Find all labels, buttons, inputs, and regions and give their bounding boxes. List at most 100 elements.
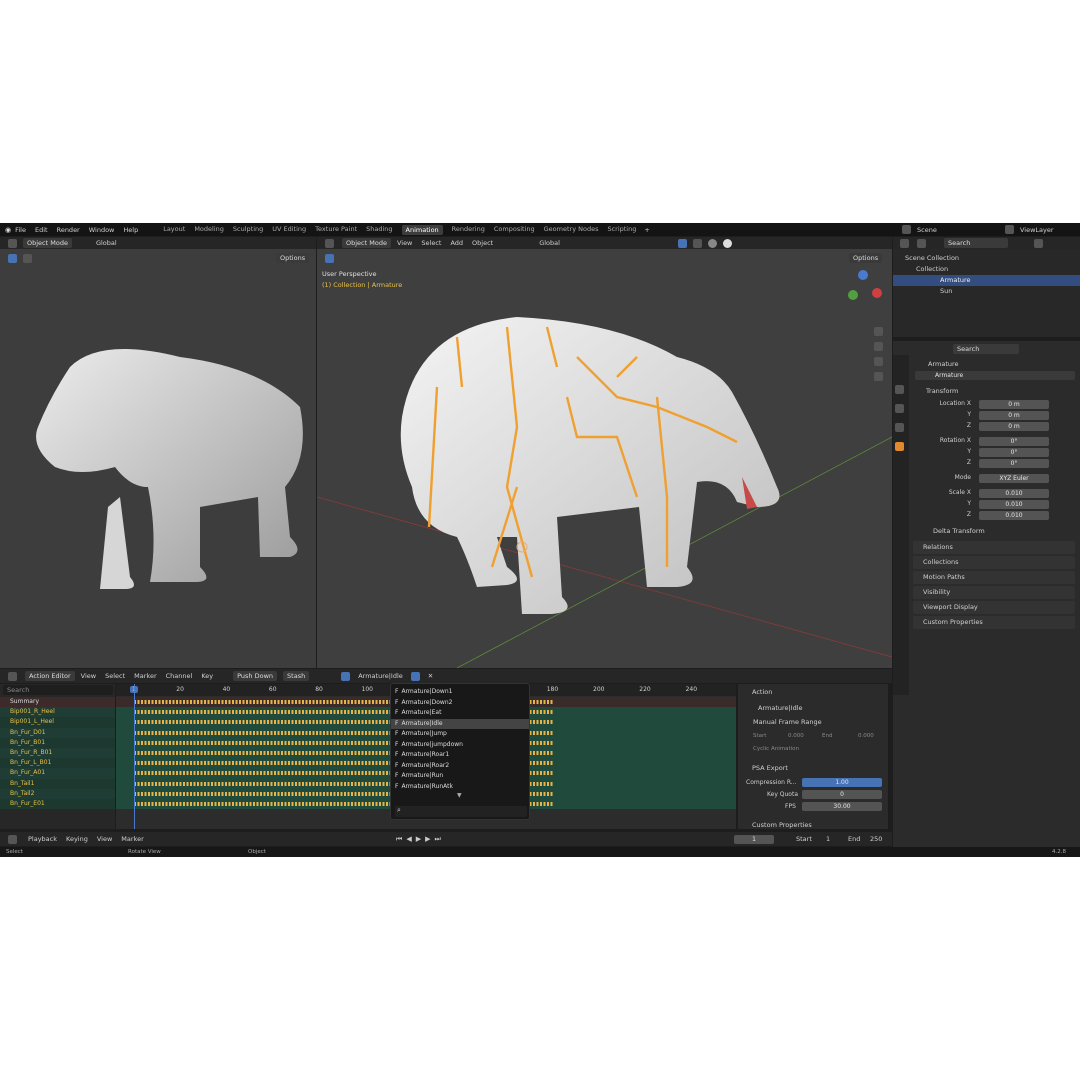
- zoom-icon[interactable]: [874, 327, 883, 336]
- jump-start-icon[interactable]: ⏮: [396, 835, 402, 844]
- prev-key-icon[interactable]: ◀: [406, 835, 411, 844]
- timeline-menu-keying[interactable]: Keying: [66, 835, 88, 843]
- current-frame-field[interactable]: 1: [734, 834, 774, 844]
- collection-item[interactable]: Collection: [916, 265, 948, 273]
- action-item-armature-roar1[interactable]: F Armature|Roar1: [391, 750, 529, 761]
- field-value[interactable]: 0°: [979, 448, 1049, 457]
- action-item-armature-roar2[interactable]: F Armature|Roar2: [391, 761, 529, 772]
- outliner-search[interactable]: Search: [944, 238, 1008, 248]
- field-value[interactable]: 0.010: [979, 500, 1049, 509]
- channel-bn-fur-l-b01[interactable]: Bn_Fur_L_B01: [0, 758, 115, 769]
- channel-bn-fur-r-b01[interactable]: Bn_Fur_R_B01: [0, 747, 115, 759]
- custom-properties-header[interactable]: Custom Properties: [752, 821, 812, 829]
- action-search-input[interactable]: ⌕: [395, 806, 527, 817]
- unlink-action-icon[interactable]: ✕: [428, 672, 433, 680]
- panel-motion-paths[interactable]: Motion Paths: [913, 571, 1075, 584]
- channel-bn-fur-b01[interactable]: Bn_Fur_B01: [0, 737, 115, 748]
- jump-end-icon[interactable]: ⏭: [434, 835, 440, 844]
- tab-scripting[interactable]: Scripting: [607, 225, 636, 235]
- tab-compositing[interactable]: Compositing: [494, 225, 535, 235]
- output-tab-icon[interactable]: [895, 423, 904, 432]
- action-item-armature-run[interactable]: F Armature|Run: [391, 771, 529, 782]
- channel-bn-fur-d01[interactable]: Bn_Fur_D01: [0, 727, 115, 738]
- gizmo-x-axis[interactable]: [872, 288, 882, 298]
- panel-collections[interactable]: Collections: [913, 556, 1075, 569]
- panel-relations[interactable]: Relations: [913, 541, 1075, 554]
- menu-file[interactable]: File: [15, 226, 26, 234]
- action-menu-marker[interactable]: Marker: [134, 672, 156, 680]
- blender-logo-icon[interactable]: ◉: [5, 226, 11, 234]
- panel-visibility[interactable]: Visibility: [913, 586, 1075, 599]
- panel-viewport-display[interactable]: Viewport Display: [913, 601, 1075, 614]
- grid-icon[interactable]: [874, 372, 883, 381]
- action-menu-key[interactable]: Key: [201, 672, 213, 680]
- stash-button[interactable]: Stash: [283, 671, 310, 681]
- mode-select[interactable]: Action Editor: [25, 671, 75, 681]
- tab-uv-editing[interactable]: UV Editing: [272, 225, 306, 235]
- action-menu-channel[interactable]: Channel: [166, 672, 193, 680]
- field-value[interactable]: 0°: [979, 459, 1049, 468]
- tab-sculpting[interactable]: Sculpting: [233, 225, 263, 235]
- delta-transform-header[interactable]: Delta Transform: [933, 527, 985, 535]
- tab-geometry-nodes[interactable]: Geometry Nodes: [544, 225, 599, 235]
- timeline-menu-marker[interactable]: Marker: [121, 835, 143, 843]
- action-item-armature-idle[interactable]: F Armature|Idle: [391, 718, 529, 729]
- menu-window[interactable]: Window: [89, 226, 115, 234]
- select-box-icon[interactable]: [8, 253, 17, 263]
- timeline-editor-icon[interactable]: [8, 834, 17, 844]
- outliner-item-armature[interactable]: Armature: [940, 276, 971, 284]
- gizmo-y-axis[interactable]: [848, 290, 858, 300]
- channel-summary[interactable]: Summary: [0, 697, 115, 708]
- action-item-armature-jump[interactable]: F Armature|Jump: [391, 729, 529, 740]
- key-quota-field[interactable]: 0: [802, 790, 882, 799]
- action-menu-select[interactable]: Select: [105, 672, 125, 680]
- tab-animation[interactable]: Animation: [401, 224, 443, 235]
- main-viewport[interactable]: Object Mode View Select Add Object Global O…: [317, 237, 892, 668]
- action-item-armature-eat[interactable]: F Armature|Eat: [391, 708, 529, 719]
- transform-panel-header[interactable]: Transform: [926, 387, 958, 395]
- orientation-select[interactable]: Global: [96, 239, 117, 247]
- object-tab-icon[interactable]: [895, 442, 904, 451]
- options-button[interactable]: Options: [276, 253, 310, 263]
- channel-bn-fur-a01[interactable]: Bn_Fur_A01: [0, 768, 115, 779]
- editor-type-icon[interactable]: [8, 238, 17, 248]
- channel-bn-fur-e01[interactable]: Bn_Fur_E01: [0, 798, 115, 810]
- tab-rendering[interactable]: Rendering: [452, 225, 485, 235]
- object-name-field[interactable]: Armature: [915, 371, 1075, 380]
- view-layer-name[interactable]: ViewLayer: [1020, 226, 1054, 234]
- psa-export-header[interactable]: PSA Export: [752, 764, 788, 772]
- channel-bn-tail2[interactable]: Bn_Tail2: [0, 788, 115, 799]
- tab-layout[interactable]: Layout: [163, 225, 185, 235]
- action-item-armature-runatk[interactable]: F Armature|RunAtk: [391, 782, 529, 793]
- properties-search[interactable]: Search: [953, 344, 1019, 354]
- manual-frame-range-checkbox[interactable]: Manual Frame Range: [753, 718, 822, 726]
- action-browse-icon[interactable]: [341, 671, 351, 681]
- select-mode-icon[interactable]: [23, 253, 32, 263]
- outliner-item-sun[interactable]: Sun: [940, 287, 952, 295]
- channel-bip001-l-heel[interactable]: Bip001_L_Heel: [0, 717, 115, 728]
- channel-bip001-r-heel[interactable]: Bip001_R_Heel: [0, 707, 115, 718]
- menu-render[interactable]: Render: [57, 226, 80, 234]
- menu-edit[interactable]: Edit: [35, 226, 48, 234]
- active-action[interactable]: Armature|Idle: [358, 672, 403, 680]
- fps-field[interactable]: 30.00: [802, 802, 882, 811]
- mode-select[interactable]: Object Mode: [23, 238, 72, 248]
- editor-type-icon[interactable]: [900, 238, 909, 248]
- playhead[interactable]: [134, 684, 135, 829]
- panel-custom-properties[interactable]: Custom Properties: [913, 616, 1075, 629]
- play-icon[interactable]: ▶: [416, 835, 421, 844]
- field-value[interactable]: 0 m: [979, 422, 1049, 431]
- tab-modeling[interactable]: Modeling: [194, 225, 224, 235]
- left-viewport[interactable]: Object Mode Global Options: [0, 237, 316, 668]
- next-key-icon[interactable]: ▶: [425, 835, 430, 844]
- field-value[interactable]: 0.010: [979, 511, 1049, 520]
- timeline-menu-view[interactable]: View: [97, 835, 112, 843]
- field-value[interactable]: 0 m: [979, 411, 1049, 420]
- render-tab-icon[interactable]: [895, 404, 904, 413]
- camera-icon[interactable]: [874, 357, 883, 366]
- action-item-armature-down2[interactable]: F Armature|Down2: [391, 698, 529, 709]
- filter-icon[interactable]: [1034, 238, 1043, 248]
- tab-shading[interactable]: Shading: [366, 225, 392, 235]
- scroll-down-icon[interactable]: ▼: [457, 792, 462, 799]
- push-down-button[interactable]: Push Down: [233, 671, 278, 681]
